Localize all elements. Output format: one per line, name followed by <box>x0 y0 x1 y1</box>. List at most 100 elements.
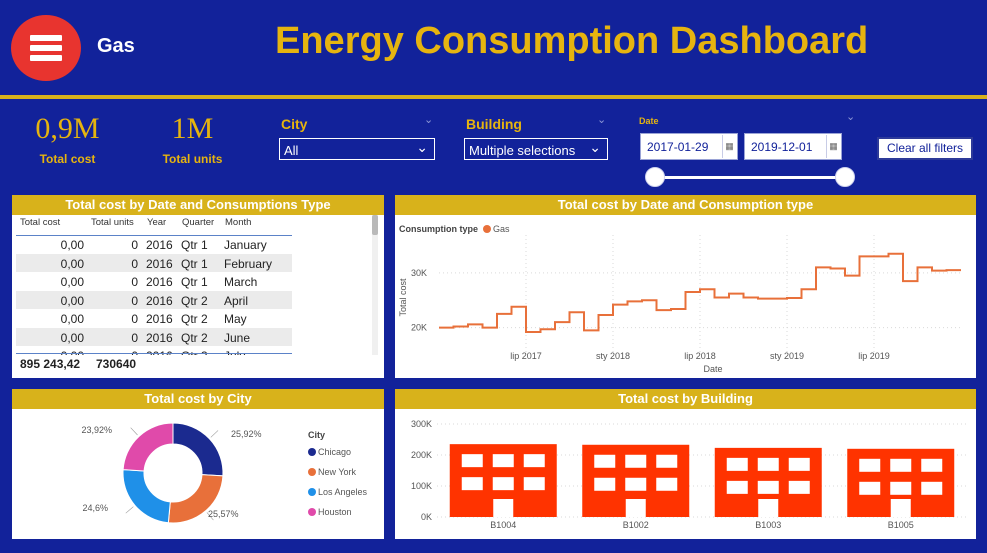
building-window <box>757 457 779 471</box>
calendar-icon[interactable]: ▦ <box>826 135 840 158</box>
table-panel-title: Total cost by Date and Consumptions Type <box>12 195 384 215</box>
building-window <box>726 480 748 494</box>
table-cell: 0,00 <box>60 293 84 308</box>
x-tick-label: B1005 <box>888 520 914 530</box>
total-units-value: 1M <box>171 112 214 145</box>
legend-label: Chicago <box>318 447 352 457</box>
table-cell: June <box>224 330 251 345</box>
table-cell: 2016 <box>146 256 173 271</box>
building-door <box>758 499 779 517</box>
table-cell: 0,00 <box>60 256 84 271</box>
city-slicer-collapse-icon[interactable]: ⌄ <box>424 113 433 126</box>
table-cell: 0 <box>131 275 138 289</box>
table-cell: March <box>224 275 258 289</box>
building-window <box>859 458 881 472</box>
building-slicer-title: Building <box>466 116 522 132</box>
building-door <box>493 499 514 517</box>
total-units-sum: 730640 <box>96 357 137 371</box>
table-cell: 2016 <box>146 293 173 308</box>
date-slicer-collapse-icon[interactable]: ⌄ <box>846 110 855 123</box>
building-window <box>625 477 647 491</box>
date-slider-start-handle[interactable] <box>645 167 665 187</box>
table-row[interactable]: 0,00 0 2016 Qtr 1 February <box>16 253 292 272</box>
x-tick-label: B1004 <box>490 520 516 530</box>
table-row[interactable]: 0,00 0 2016 Qtr 2 May <box>16 309 292 327</box>
x-tick-label: lip 2017 <box>510 351 542 361</box>
donut-leader-line <box>125 506 134 514</box>
legend-item-new-york[interactable]: New York <box>308 467 356 477</box>
bar-b1005 <box>847 448 955 517</box>
table-cell: 2016 <box>146 312 173 326</box>
column-header-total-cost[interactable]: Total cost <box>20 217 60 228</box>
clear-all-filters-button[interactable]: Clear all filters <box>877 137 973 160</box>
column-header-year[interactable]: Year <box>147 217 166 228</box>
y-tick-label: 100K <box>411 481 432 491</box>
donut-slice-houston <box>122 422 174 472</box>
legend-label: Los Angeles <box>318 487 368 497</box>
line-chart: 30K 20K lip 2017 sty 2018 lip 2018 sty 2019 li… <box>398 235 961 374</box>
legend-item-los-angeles[interactable]: Los Angeles <box>308 487 367 497</box>
line-chart-panel: Total cost by Date and Consumption type … <box>395 195 976 378</box>
building-window <box>726 457 748 471</box>
table-cell: 0 <box>131 349 138 355</box>
table-cell: 0,00 <box>60 275 84 289</box>
building-window <box>788 457 810 471</box>
scrollbar-thumb[interactable] <box>372 215 378 235</box>
donut-data-label: 24,6% <box>82 503 108 513</box>
city-dropdown-value: All <box>284 143 299 158</box>
building-slicer-collapse-icon[interactable]: ⌄ <box>597 113 606 126</box>
app-name: Gas <box>97 35 135 57</box>
table-cell: Qtr 1 <box>181 238 208 252</box>
building-window <box>523 477 545 491</box>
date-start-input[interactable]: 2017-01-29 ▦ <box>640 133 738 160</box>
y-tick-label: 20K <box>411 323 427 333</box>
table-row[interactable]: 0,00 0 2016 Qtr 2 June <box>16 327 292 346</box>
city-dropdown[interactable]: All ⌄ <box>279 138 435 160</box>
building-window <box>461 477 483 491</box>
dashboard-title: Energy Consumption Dashboard <box>275 20 869 62</box>
table-row[interactable]: 0,00 0 2016 Qtr 1 March <box>16 272 292 290</box>
table-row[interactable]: 0,00 0 2016 Qtr 1 January <box>16 235 292 253</box>
building-dropdown[interactable]: Multiple selections ⌄ <box>464 138 608 160</box>
building-door <box>890 499 911 517</box>
building-window <box>890 458 912 472</box>
building-window <box>757 480 779 494</box>
table-cell: Qtr 2 <box>181 312 208 326</box>
legend-item-chicago[interactable]: Chicago <box>308 447 351 457</box>
table-scrollbar[interactable] <box>372 215 378 355</box>
building-window <box>921 481 943 495</box>
table-cell: 0,00 <box>60 330 84 345</box>
bar-b1002 <box>582 444 690 517</box>
donut-slice-chicago <box>172 422 224 477</box>
menu-button[interactable] <box>11 15 81 81</box>
table-row[interactable]: 0,00 0 2016 Qtr 2 April <box>16 290 292 309</box>
total-cost-label: Total cost <box>39 152 96 166</box>
date-start-value: 2017-01-29 <box>647 140 709 154</box>
column-header-quarter[interactable]: Quarter <box>182 217 214 228</box>
donut-data-label: 25,92% <box>231 429 262 439</box>
column-header-total-units[interactable]: Total units <box>91 217 134 228</box>
legend-item-houston[interactable]: Houston <box>308 507 352 517</box>
legend-dot <box>308 448 316 456</box>
x-tick-label: lip 2019 <box>858 351 890 361</box>
column-header-month[interactable]: Month <box>225 217 251 228</box>
table-cell: 2016 <box>146 330 173 345</box>
date-range-slider[interactable] <box>650 176 850 179</box>
donut-slice-los-angeles <box>122 469 171 524</box>
city-slicer-title: City <box>281 116 308 132</box>
building-window <box>656 477 678 491</box>
building-window <box>594 454 616 468</box>
date-end-input[interactable]: 2019-12-01 ▦ <box>744 133 842 160</box>
legend-label: New York <box>318 467 357 477</box>
table-cell: 0 <box>131 330 138 345</box>
header-divider <box>0 95 987 99</box>
donut-legend-title: City <box>308 430 326 440</box>
bar-b1003 <box>714 447 822 517</box>
building-window <box>921 458 943 472</box>
building-window <box>890 481 912 495</box>
calendar-icon[interactable]: ▦ <box>722 135 736 158</box>
donut-leader-line <box>130 427 138 436</box>
date-slider-end-handle[interactable] <box>835 167 855 187</box>
building-door <box>625 499 646 517</box>
table-cell: Qtr 3 <box>181 349 208 355</box>
